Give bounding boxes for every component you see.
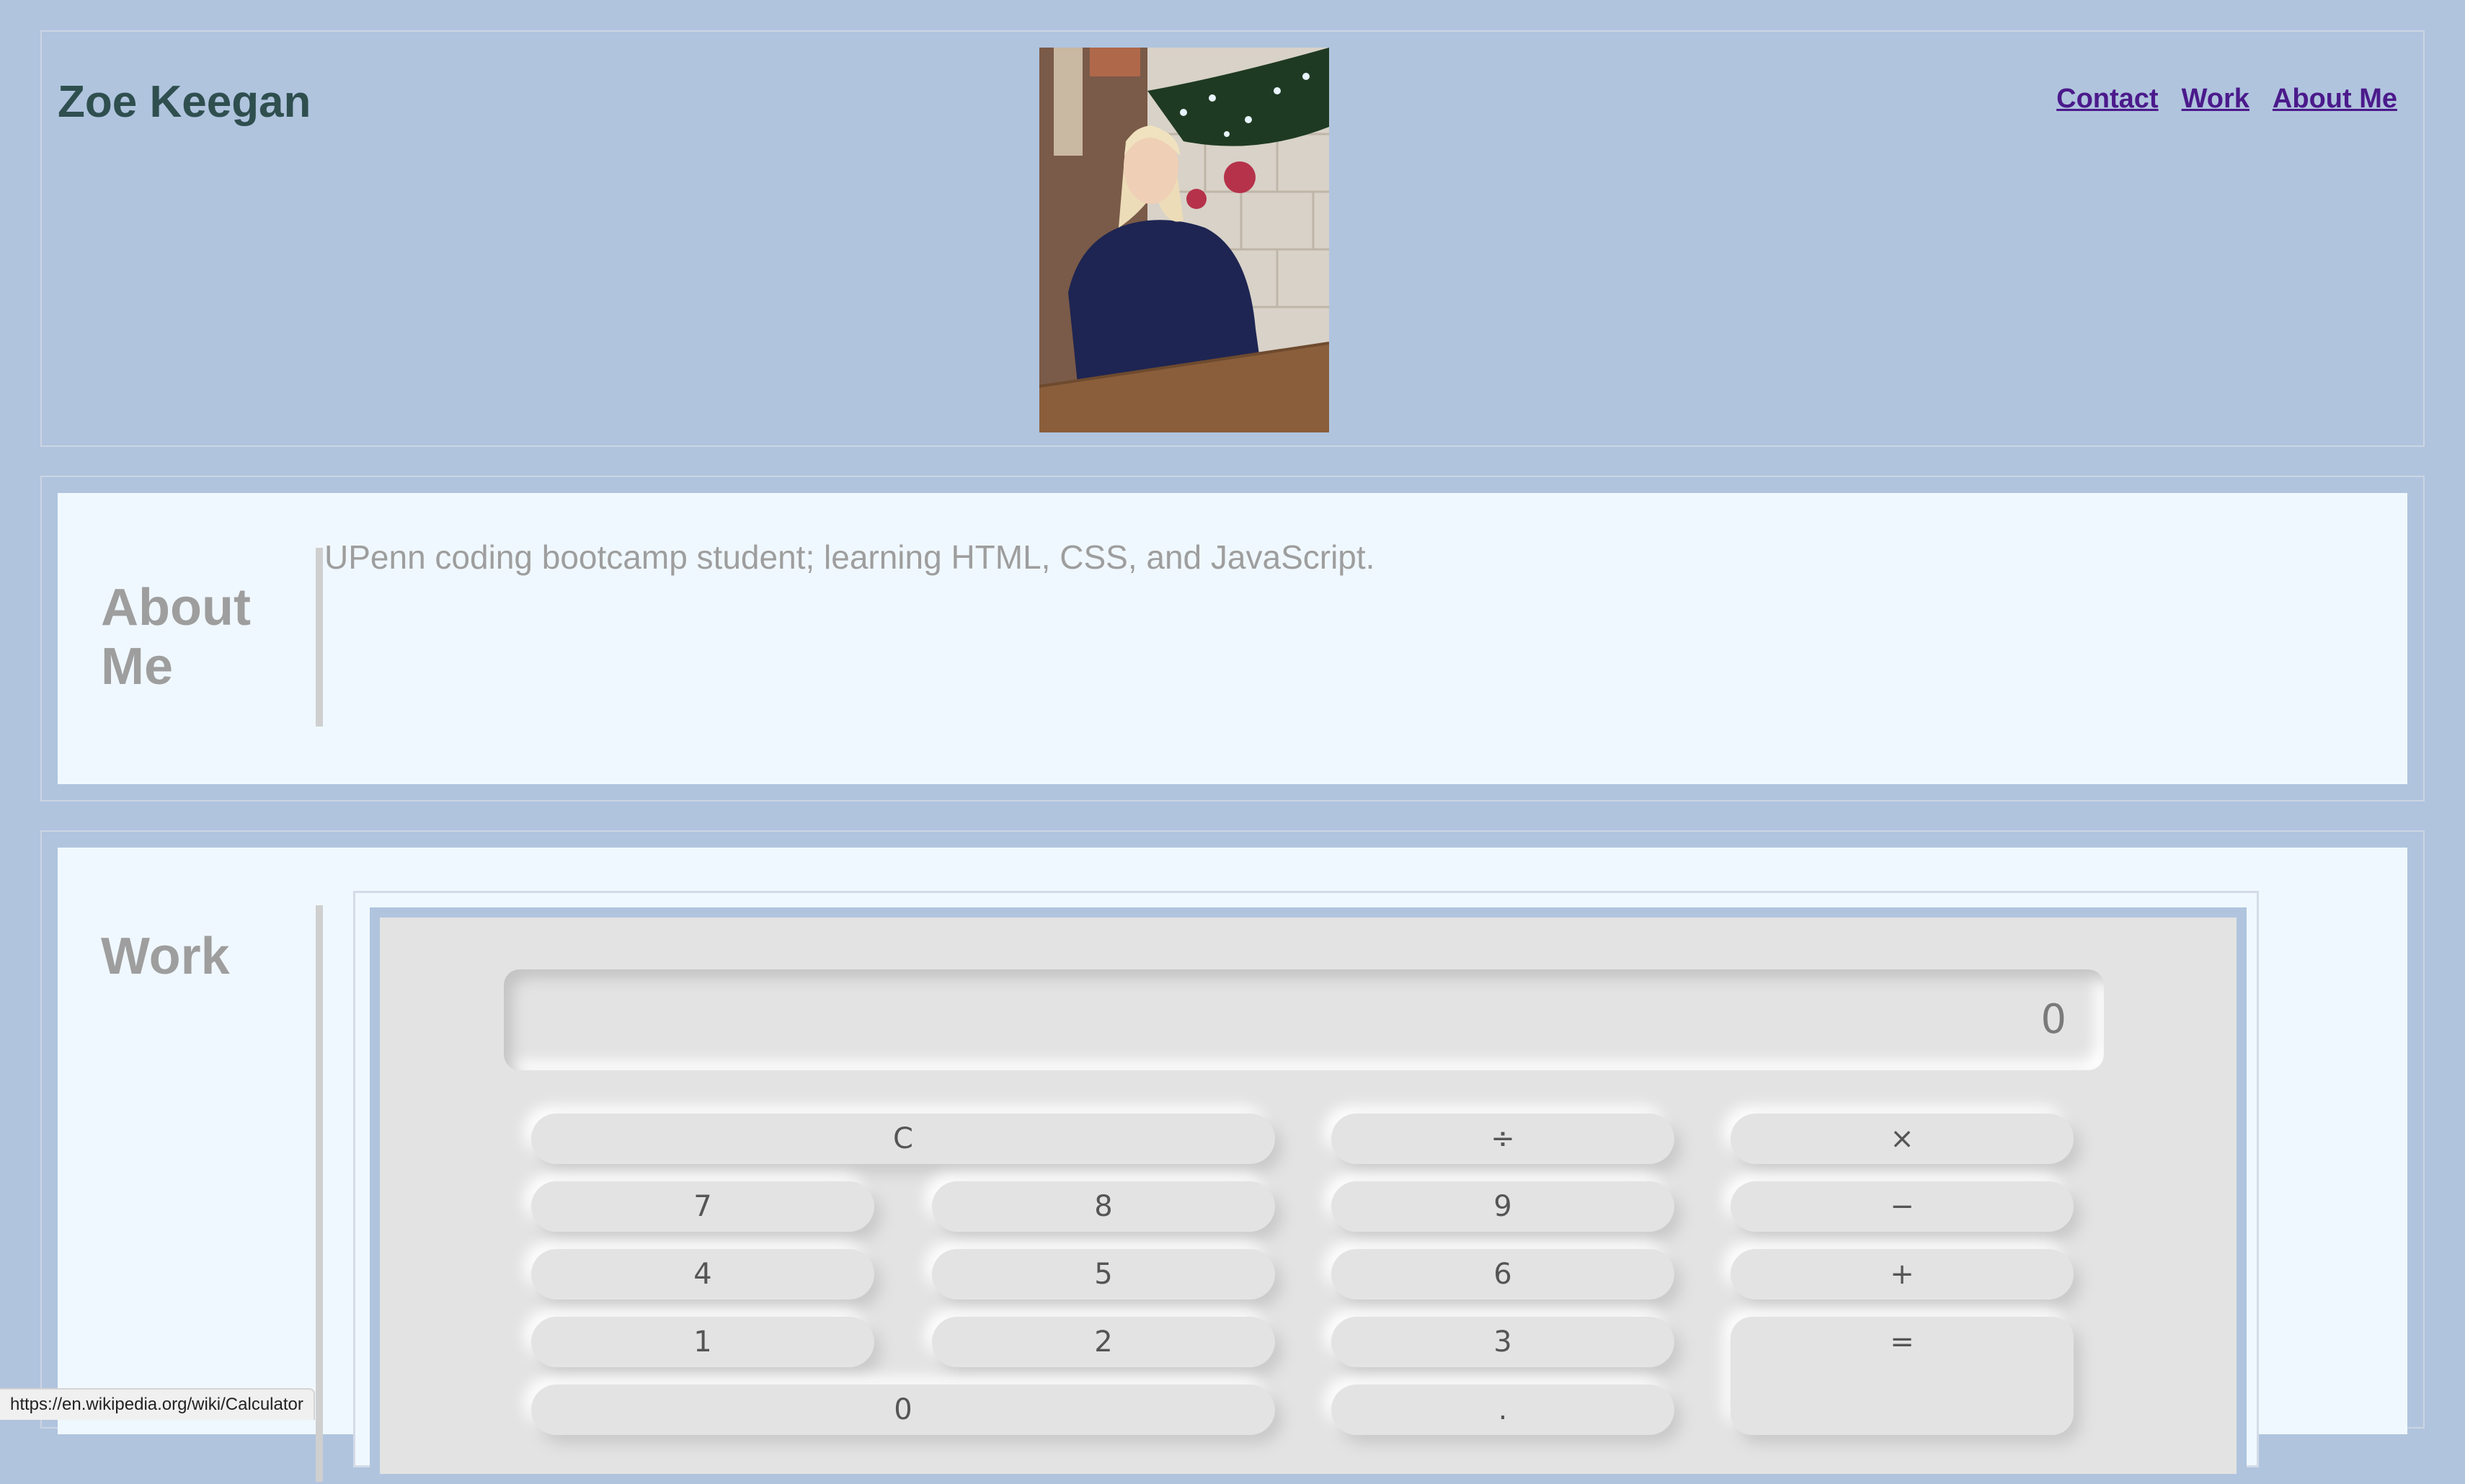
main-nav: Contact Work About Me bbox=[2056, 84, 2397, 115]
calculator-embed: 0 C ÷ × 7 8 9 − 4 5 6 + 1 2 3 = 0 . bbox=[353, 891, 2259, 1484]
decimal-button[interactable]: . bbox=[1331, 1385, 1674, 1435]
add-button[interactable]: + bbox=[1731, 1249, 2074, 1299]
section-divider bbox=[316, 905, 323, 1482]
status-bar-url: https://en.wikipedia.org/wiki/Calculator bbox=[0, 1388, 315, 1420]
digit-6-button[interactable]: 6 bbox=[1331, 1249, 1674, 1299]
work-heading: Work bbox=[101, 928, 230, 985]
nav-link-contact[interactable]: Contact bbox=[2056, 84, 2158, 115]
work-section: Work 0 C ÷ × 7 8 9 − 4 5 6 + 1 2 3 = 0 . bbox=[40, 830, 2425, 1484]
nav-link-work[interactable]: Work bbox=[2182, 84, 2249, 115]
digit-3-button[interactable]: 3 bbox=[1331, 1317, 1674, 1367]
about-card: About Me UPenn coding bootcamp student; … bbox=[58, 493, 2407, 784]
nav-link-about-me[interactable]: About Me bbox=[2273, 84, 2397, 115]
digit-2-button[interactable]: 2 bbox=[932, 1317, 1275, 1367]
digit-7-button[interactable]: 7 bbox=[531, 1181, 874, 1232]
digit-9-button[interactable]: 9 bbox=[1331, 1181, 1674, 1232]
about-text: UPenn coding bootcamp student; learning … bbox=[324, 538, 1375, 576]
calculator: 0 C ÷ × 7 8 9 − 4 5 6 + 1 2 3 = 0 . bbox=[380, 917, 2237, 1474]
section-divider bbox=[316, 548, 323, 727]
header: Zoe Keegan Contact Work About Me bbox=[40, 30, 2425, 447]
site-name: Zoe Keegan bbox=[58, 77, 311, 127]
digit-4-button[interactable]: 4 bbox=[531, 1249, 874, 1299]
about-heading: About Me bbox=[101, 578, 251, 696]
work-card: Work 0 C ÷ × 7 8 9 − 4 5 6 + 1 2 3 = 0 . bbox=[58, 848, 2407, 1484]
digit-0-button[interactable]: 0 bbox=[531, 1385, 1275, 1435]
calculator-display: 0 bbox=[504, 969, 2104, 1070]
equals-button[interactable]: = bbox=[1731, 1317, 2074, 1435]
divide-button[interactable]: ÷ bbox=[1331, 1114, 1674, 1164]
clear-button[interactable]: C bbox=[531, 1114, 1275, 1164]
digit-1-button[interactable]: 1 bbox=[531, 1317, 874, 1367]
digit-5-button[interactable]: 5 bbox=[932, 1249, 1275, 1299]
about-heading-line2: Me bbox=[101, 638, 174, 696]
profile-photo bbox=[1039, 48, 1329, 432]
subtract-button[interactable]: − bbox=[1731, 1181, 2074, 1232]
calculator-frame: 0 C ÷ × 7 8 9 − 4 5 6 + 1 2 3 = 0 . bbox=[370, 907, 2247, 1484]
about-section: About Me UPenn coding bootcamp student; … bbox=[40, 476, 2425, 801]
about-heading-line1: About bbox=[101, 579, 251, 636]
digit-8-button[interactable]: 8 bbox=[932, 1181, 1275, 1232]
multiply-button[interactable]: × bbox=[1731, 1114, 2074, 1164]
